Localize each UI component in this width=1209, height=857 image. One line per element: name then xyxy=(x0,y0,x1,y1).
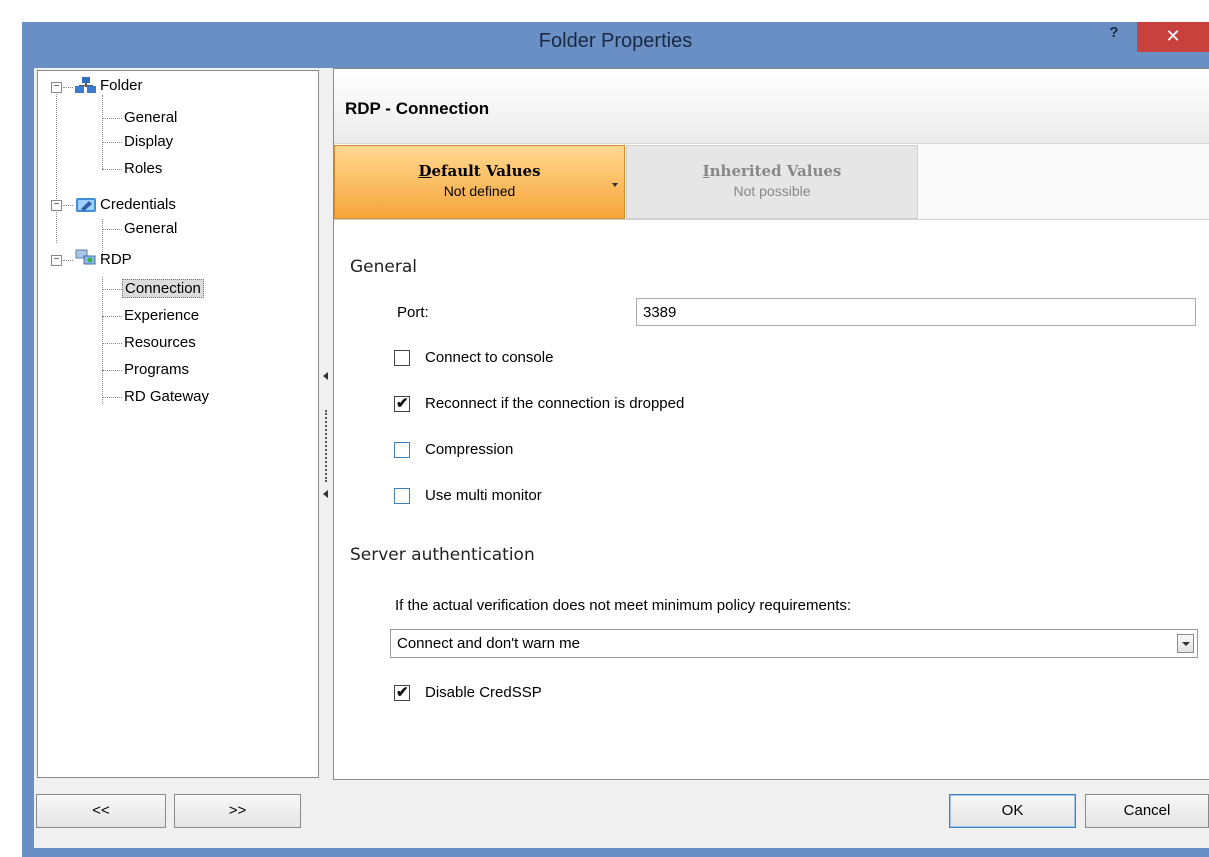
reconnect-checkbox[interactable]: ✔ xyxy=(394,395,410,412)
tab-title: Default Values xyxy=(335,162,624,180)
reconnect-label: Reconnect if the connection is dropped xyxy=(425,395,685,412)
tree-line xyxy=(102,370,122,371)
disable-credssp-checkbox[interactable]: ✔ xyxy=(394,684,410,701)
tree-line xyxy=(102,397,122,398)
close-icon: ✕ xyxy=(1165,26,1181,46)
remote-desktop-icon xyxy=(75,249,96,265)
tree-line xyxy=(56,87,57,243)
collapse-left-arrow-icon[interactable] xyxy=(323,490,328,498)
tree-item-label: Roles xyxy=(124,160,163,177)
credentials-card-icon xyxy=(76,198,96,212)
panel-splitter[interactable] xyxy=(320,70,332,776)
previous-button[interactable]: << xyxy=(36,794,166,828)
compression-label: Compression xyxy=(425,441,514,458)
tree-line xyxy=(102,277,103,404)
network-folder-icon xyxy=(75,77,96,93)
tab-title-rest: efault Values xyxy=(431,162,541,180)
compression-checkbox[interactable] xyxy=(394,442,410,458)
tree-line xyxy=(63,87,73,88)
connect-console-label: Connect to console xyxy=(425,349,554,366)
tree-item-label: Resources xyxy=(124,334,196,351)
tree-item-folder[interactable]: Folder xyxy=(100,75,143,97)
folder-properties-window: Folder Properties ? ✕ − Folder General D… xyxy=(22,22,1209,857)
check-mark-icon: ✔ xyxy=(396,684,409,701)
tree-item-label: Credentials xyxy=(100,196,176,213)
tree-item-rdp-programs[interactable]: Programs xyxy=(124,359,189,381)
multi-monitor-checkbox[interactable] xyxy=(394,488,410,504)
panel-title: RDP - Connection xyxy=(345,99,490,118)
port-input[interactable] xyxy=(636,298,1196,326)
port-label: Port: xyxy=(397,304,429,321)
tree-line xyxy=(63,205,73,206)
tree-item-label: Programs xyxy=(124,361,190,378)
close-button[interactable]: ✕ xyxy=(1137,22,1209,52)
tree-item-rdp-gateway[interactable]: RD Gateway xyxy=(124,386,209,408)
tab-subtitle: Not possible xyxy=(733,183,811,199)
tree-line xyxy=(102,316,122,317)
tree-item-folder-display[interactable]: Display xyxy=(124,131,173,153)
rdp-expander[interactable]: − xyxy=(51,255,62,266)
tab-subtitle: Not defined xyxy=(443,183,516,199)
tree-item-rdp[interactable]: RDP xyxy=(100,249,132,271)
tree-item-credentials[interactable]: Credentials xyxy=(100,194,176,216)
value-source-tabs: Default Values Not defined Inherited Val… xyxy=(334,145,1209,220)
connect-console-checkbox[interactable] xyxy=(394,350,410,366)
multi-monitor-label: Use multi monitor xyxy=(425,487,542,504)
tree-item-label: Experience xyxy=(124,307,200,324)
settings-tree: − Folder General Display Roles − Credent… xyxy=(37,70,319,778)
general-section-heading: General xyxy=(350,257,417,277)
tab-mnemonic: D xyxy=(418,162,432,180)
tree-item-rdp-resources[interactable]: Resources xyxy=(124,332,196,354)
tree-line xyxy=(102,229,122,230)
auth-policy-select[interactable]: Connect and don't warn me xyxy=(390,629,1198,658)
dropdown-arrow-icon[interactable] xyxy=(612,183,618,187)
window-title: Folder Properties xyxy=(538,30,693,52)
panel-header: RDP - Connection xyxy=(334,69,1209,144)
help-button[interactable]: ? xyxy=(1100,24,1128,46)
tree-item-label: Connection xyxy=(122,279,204,298)
auth-policy-selected-value: Connect and don't warn me xyxy=(397,635,580,652)
tree-item-label: RD Gateway xyxy=(124,388,210,405)
policy-requirement-label: If the actual verification does not meet… xyxy=(395,597,852,614)
check-mark-icon: ✔ xyxy=(396,395,409,412)
properties-panel: RDP - Connection Default Values Not defi… xyxy=(333,68,1209,780)
chevron-down-icon[interactable] xyxy=(1177,634,1194,653)
title-bar[interactable]: Folder Properties ? ✕ xyxy=(22,22,1209,64)
collapse-left-arrow-icon[interactable] xyxy=(323,372,328,380)
tree-item-label: Folder xyxy=(100,77,143,94)
dialog-client-area: − Folder General Display Roles − Credent… xyxy=(34,68,1209,848)
next-button[interactable]: >> xyxy=(174,794,301,828)
tab-mnemonic: I xyxy=(702,162,710,180)
tree-line xyxy=(102,95,103,169)
tree-item-folder-roles[interactable]: Roles xyxy=(124,158,162,180)
tree-item-rdp-connection[interactable]: Connection xyxy=(122,278,204,300)
tab-title: Inherited Values xyxy=(627,162,917,180)
tree-line xyxy=(63,260,73,261)
tree-item-credentials-general[interactable]: General xyxy=(124,218,177,240)
tree-item-label: General xyxy=(124,220,178,237)
tree-item-folder-general[interactable]: General xyxy=(124,107,177,129)
tab-inherited-values[interactable]: Inherited Values Not possible xyxy=(626,145,918,219)
tree-line xyxy=(102,142,122,143)
tree-line xyxy=(102,289,122,290)
cancel-button[interactable]: Cancel xyxy=(1085,794,1209,828)
tree-item-rdp-experience[interactable]: Experience xyxy=(124,305,199,327)
server-auth-section-heading: Server authentication xyxy=(350,545,535,565)
folder-expander[interactable]: − xyxy=(51,82,62,93)
tree-item-label: General xyxy=(124,109,178,126)
tab-default-values[interactable]: Default Values Not defined xyxy=(334,145,625,219)
disable-credssp-label: Disable CredSSP xyxy=(425,684,542,701)
ok-button[interactable]: OK xyxy=(949,794,1076,828)
tree-item-label: RDP xyxy=(100,251,132,268)
credentials-expander[interactable]: − xyxy=(51,200,62,211)
tree-line xyxy=(102,118,122,119)
splitter-grip-icon[interactable] xyxy=(325,410,328,482)
tree-line xyxy=(102,169,122,170)
tree-line xyxy=(102,343,122,344)
tree-item-label: Display xyxy=(124,133,174,150)
tab-title-rest: nherited Values xyxy=(709,162,842,180)
